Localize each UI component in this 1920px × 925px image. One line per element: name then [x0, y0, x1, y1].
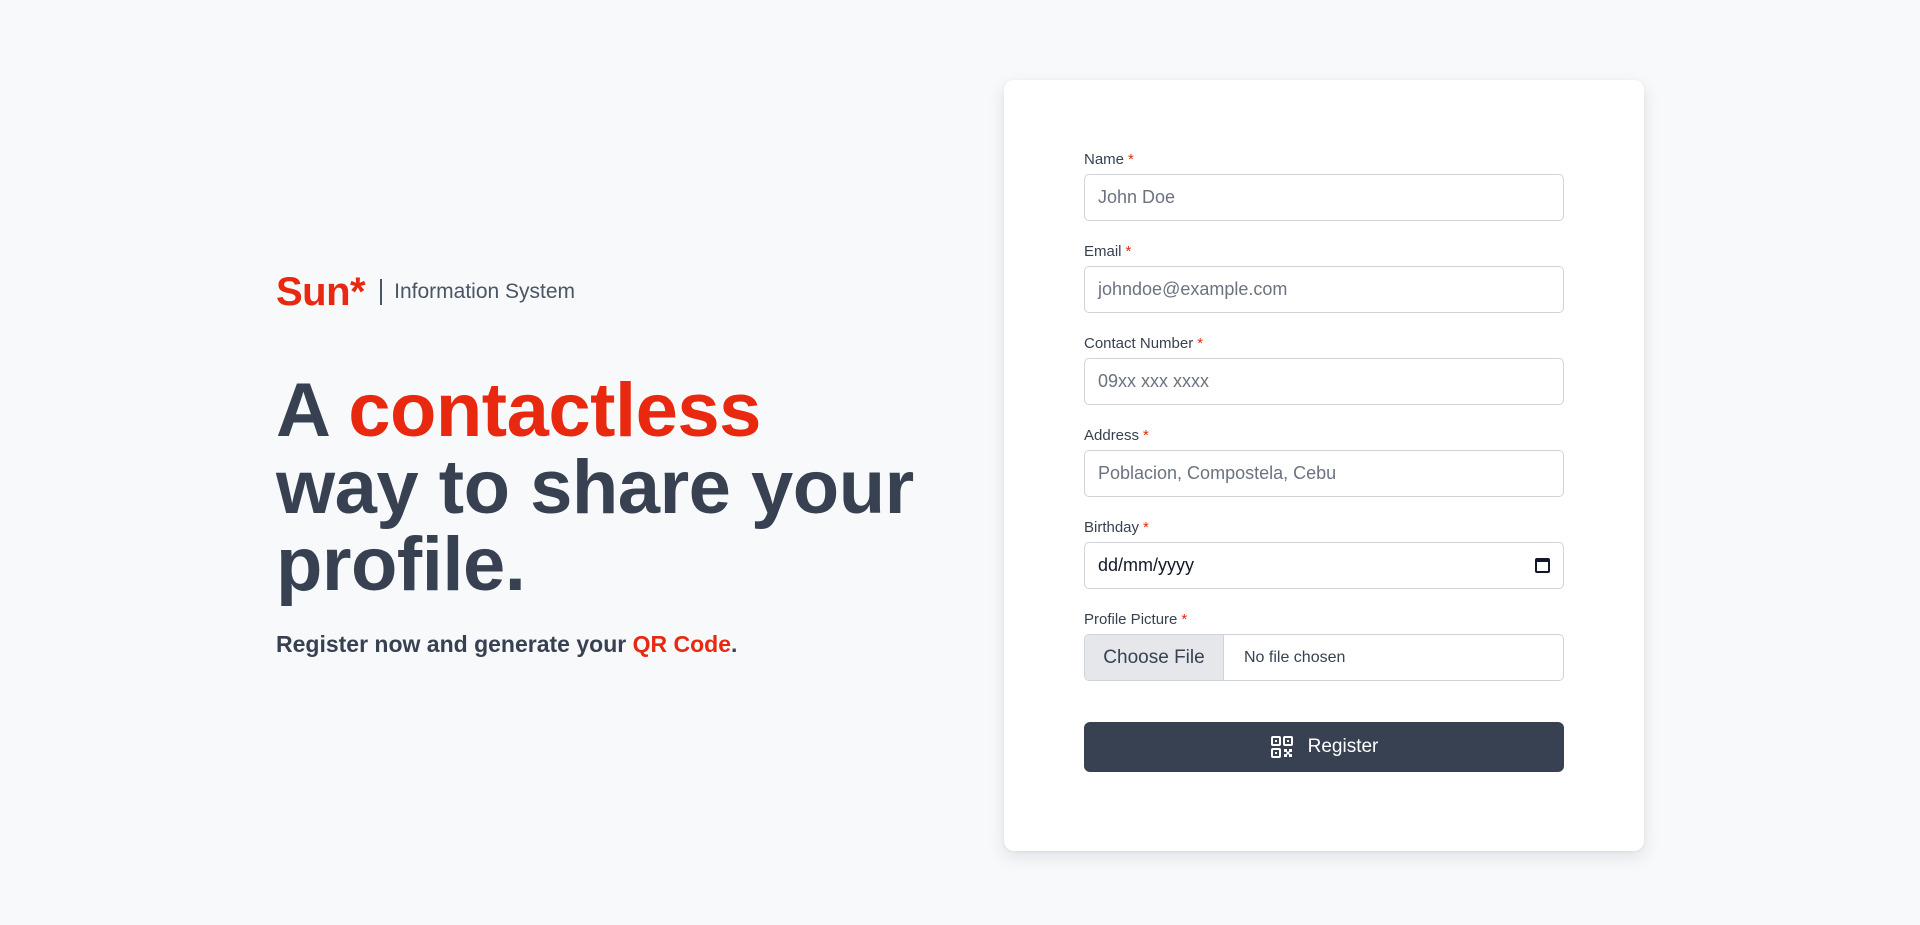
- tagline-prefix: Register now and generate your: [276, 631, 633, 657]
- birthday-input[interactable]: dd/mm/yyyy: [1084, 542, 1564, 589]
- picture-label-text: Profile Picture: [1084, 611, 1178, 628]
- calendar-icon[interactable]: [1535, 558, 1550, 573]
- address-field-group: Address * Poblacion, Compostela, Cebu: [1084, 426, 1564, 518]
- hero-headline: A contactless way to share your profile.: [276, 372, 956, 603]
- name-field-group: Name * John Doe: [1084, 150, 1564, 242]
- contact-label: Contact Number *: [1084, 334, 1564, 358]
- email-label: Email *: [1084, 242, 1564, 266]
- headline-rest: way to share your profile.: [276, 445, 914, 607]
- brand-divider: [380, 279, 383, 305]
- picture-field-group: Profile Picture * Choose File No file cho…: [1084, 610, 1564, 702]
- headline-accent: contactless: [348, 368, 761, 453]
- name-label: Name *: [1084, 150, 1564, 174]
- address-input[interactable]: Poblacion, Compostela, Cebu: [1084, 450, 1564, 497]
- tagline-accent: QR Code: [632, 631, 731, 657]
- choose-file-button[interactable]: Choose File: [1085, 635, 1224, 680]
- required-mark: *: [1143, 519, 1149, 536]
- picture-label: Profile Picture *: [1084, 610, 1564, 634]
- name-input[interactable]: John Doe: [1084, 174, 1564, 221]
- registration-form: Name * John Doe Email * johndoe@example.co…: [1084, 150, 1564, 772]
- headline-prefix: A: [276, 368, 349, 453]
- email-input[interactable]: johndoe@example.com: [1084, 266, 1564, 313]
- contact-label-text: Contact Number: [1084, 335, 1194, 352]
- email-field-group: Email * johndoe@example.com: [1084, 242, 1564, 334]
- address-label-text: Address: [1084, 427, 1140, 444]
- contact-placeholder: 09xx xxx xxxx: [1098, 371, 1210, 391]
- birthday-field-group: Birthday * dd/mm/yyyy: [1084, 518, 1564, 610]
- birthday-label: Birthday *: [1084, 518, 1564, 542]
- file-status: No file chosen: [1244, 648, 1346, 666]
- tagline-suffix: .: [730, 631, 738, 657]
- register-label: Register: [1307, 736, 1379, 757]
- birthday-value: dd/mm/yyyy: [1098, 555, 1195, 575]
- page: Sun* Information System A contactless wa…: [0, 0, 1920, 925]
- register-button[interactable]: Register: [1084, 722, 1564, 772]
- registration-card: Name * John Doe Email * johndoe@example.co…: [1004, 80, 1644, 851]
- required-mark: *: [1197, 335, 1204, 352]
- name-label-text: Name: [1084, 151, 1125, 168]
- address-label: Address *: [1084, 426, 1564, 450]
- qr-code-icon: [1270, 736, 1293, 758]
- brand: Sun* Information System: [276, 266, 956, 318]
- brand-logo: Sun*: [276, 269, 366, 314]
- required-mark: *: [1143, 427, 1149, 444]
- picture-file-input[interactable]: Choose File No file chosen: [1084, 634, 1564, 681]
- required-mark: *: [1181, 611, 1188, 628]
- hero-tagline: Register now and generate your QR Code.: [276, 631, 956, 658]
- required-mark: *: [1125, 243, 1132, 260]
- birthday-label-text: Birthday: [1084, 519, 1140, 536]
- hero-section: Sun* Information System A contactless wa…: [276, 266, 956, 658]
- contact-field-group: Contact Number * 09xx xxx xxxx: [1084, 334, 1564, 426]
- email-label-text: Email: [1084, 243, 1122, 260]
- name-placeholder: John Doe: [1098, 187, 1176, 207]
- address-placeholder: Poblacion, Compostela, Cebu: [1098, 463, 1337, 483]
- required-mark: *: [1128, 151, 1134, 168]
- brand-subtitle: Information System: [394, 280, 576, 303]
- contact-input[interactable]: 09xx xxx xxxx: [1084, 358, 1564, 405]
- email-placeholder: johndoe@example.com: [1098, 279, 1288, 299]
